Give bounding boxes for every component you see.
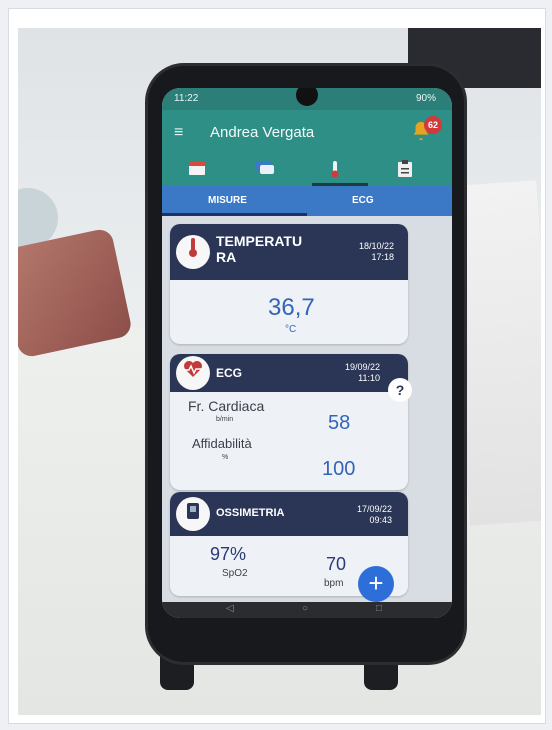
oximeter-icon [176, 497, 210, 531]
ecg-card-title: ECG [216, 366, 243, 380]
chat-icon[interactable] [254, 160, 276, 180]
temperature-time: 17:18 [371, 252, 394, 262]
temperature-date: 18/10/22 [358, 241, 394, 251]
status-battery: 90% [415, 93, 436, 104]
temperature-value: 36,7 [268, 294, 315, 321]
camera-notch [296, 88, 318, 106]
spo2-label: SpO2 [222, 568, 248, 579]
temperature-card-title: TEMPERATU RA [216, 233, 302, 265]
reliability-label: Affidabilità [192, 436, 252, 451]
section-icon-row [162, 154, 452, 186]
menu-icon[interactable]: ≡ [174, 124, 183, 142]
temperature-title-line1: TEMPERATU [216, 233, 303, 249]
ecg-help-button[interactable]: ? [388, 378, 412, 402]
ecg-card-header: ECG 19/09/22 11:10 [170, 354, 408, 392]
android-nav-bar: ◁ ○ □ [162, 602, 452, 618]
temperature-card[interactable]: TEMPERATU RA 18/10/22 17:18 36,7 °C [170, 224, 408, 344]
oximetry-date: 17/09/22 [356, 504, 392, 514]
temperature-timestamp: 18/10/22 17:18 [359, 241, 394, 263]
oximetry-timestamp: 17/09/22 09:43 [357, 504, 392, 526]
thermometer-icon[interactable] [324, 160, 346, 180]
temperature-unit: °C [285, 324, 297, 335]
calendar-icon[interactable] [186, 160, 208, 180]
recents-icon[interactable]: □ [376, 603, 382, 614]
heart-rate-value: 58 [328, 412, 351, 434]
heart-rate-label: Fr. Cardiaca [188, 398, 265, 414]
notification-count-badge: 62 [424, 116, 442, 134]
status-time: 11:22 [174, 93, 199, 104]
temperature-title-line2: RA [216, 249, 237, 265]
oximetry-card-header: OSSIMETRIA 17/09/22 09:43 [170, 492, 408, 536]
tab-misure[interactable]: MISURE [208, 195, 247, 206]
clipboard-icon[interactable] [394, 160, 416, 180]
oximetry-card-title: OSSIMETRIA [216, 507, 285, 519]
ecg-date: 19/09/22 [344, 362, 380, 372]
bpm-label: bpm [324, 578, 344, 589]
ecg-time: 11:10 [358, 373, 380, 383]
reliability-unit: % [222, 454, 229, 461]
heart-ecg-icon [176, 356, 210, 390]
temperature-card-header: TEMPERATU RA 18/10/22 17:18 [170, 224, 408, 280]
reliability-value: 100 [322, 458, 356, 480]
user-name: Andrea Vergata [210, 124, 315, 141]
active-tab-indicator [162, 213, 307, 216]
thermometer-icon [176, 235, 210, 269]
app-bar: ≡ Andrea Vergata 62 [162, 110, 452, 154]
add-measurement-button[interactable]: + [358, 566, 394, 602]
heart-rate-unit: b/min [216, 416, 234, 423]
home-icon[interactable]: ○ [302, 603, 308, 614]
bpm-value: 70 [326, 554, 347, 574]
ecg-timestamp: 19/09/22 11:10 [345, 362, 380, 384]
oximetry-time: 09:43 [369, 515, 392, 525]
ecg-card[interactable]: ECG 19/09/22 11:10 Fr. Cardiaca b/min 58… [170, 354, 408, 490]
phone-screen: 11:22 90% ≡ Andrea Vergata 62 MISURE ECG [162, 88, 452, 618]
tab-ecg[interactable]: ECG [352, 195, 374, 206]
status-bar: 11:22 90% [162, 88, 452, 110]
spo2-value: 97% [210, 544, 247, 564]
tab-bar: MISURE ECG [162, 186, 452, 216]
back-icon[interactable]: ◁ [226, 603, 234, 614]
